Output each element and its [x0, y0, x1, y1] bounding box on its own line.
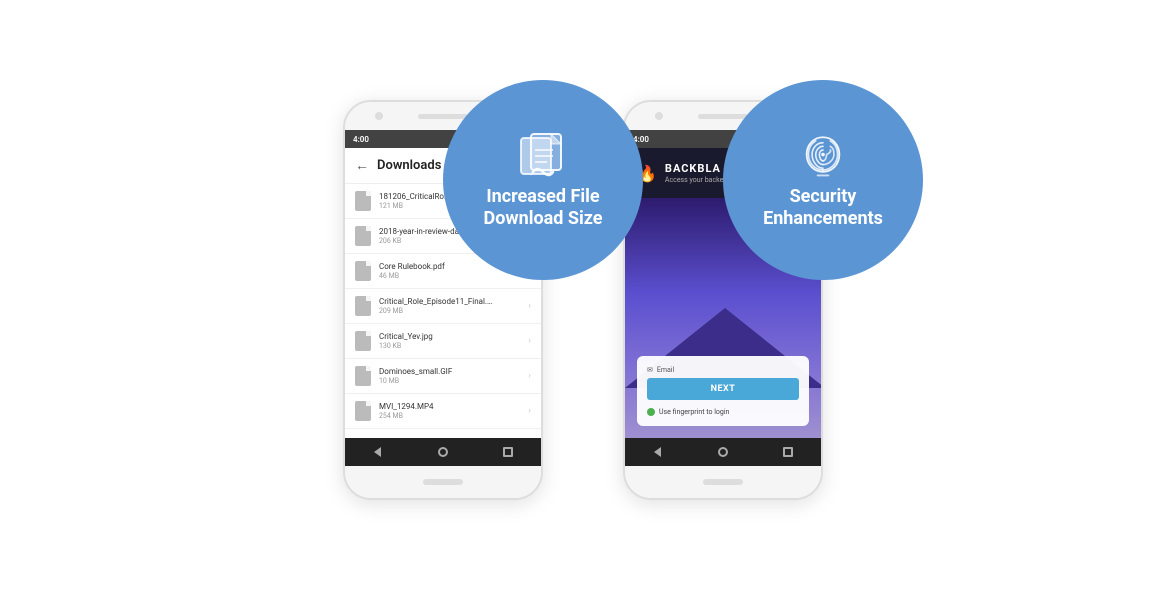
file-name: MVI_1294.MP4: [379, 402, 499, 411]
home-nav-icon: [718, 447, 728, 457]
home-nav-icon: [438, 447, 448, 457]
phone-speaker-left: [418, 114, 468, 119]
fingerprint-status-dot: [647, 408, 655, 416]
phone-chin-button-right: [703, 479, 743, 485]
file-size: 10 MB: [379, 377, 528, 385]
right-phone-bottom-bar: [625, 466, 821, 498]
file-icon: [355, 191, 371, 211]
list-item[interactable]: Critical_Role_Episode11_Final.m4v 209 MB…: [345, 289, 541, 324]
home-nav-button[interactable]: [435, 444, 451, 460]
file-size: 209 MB: [379, 307, 528, 315]
right-nav-bar: [625, 438, 821, 466]
left-nav-bar: [345, 438, 541, 466]
recents-nav-icon: [503, 447, 513, 457]
left-phone-wrapper: 4:00 ← Downloads 181206_Critical: [343, 100, 543, 500]
file-info: Dominoes_small.GIF 10 MB: [379, 367, 528, 385]
chevron-right-icon: ›: [528, 301, 531, 311]
right-phone-wrapper: 4:00 🔥 BACKBLA Access your backed up fi.…: [623, 100, 823, 500]
file-name: Critical_Role_Episode11_Final.m4v: [379, 297, 499, 306]
list-item[interactable]: MVI_1294.MP4 254 MB ›: [345, 394, 541, 429]
files-icon: [513, 130, 573, 180]
list-item[interactable]: Dominoes_small.GIF 10 MB ›: [345, 359, 541, 394]
file-icon: [355, 226, 371, 246]
back-arrow-icon[interactable]: ←: [355, 157, 369, 174]
recents-nav-button[interactable]: [500, 444, 516, 460]
home-nav-button-right[interactable]: [715, 444, 731, 460]
security-enhancements-bubble: SecurityEnhancements: [723, 80, 923, 280]
file-icon: [355, 331, 371, 351]
next-button[interactable]: NEXT: [647, 378, 799, 400]
file-icon: [355, 296, 371, 316]
downloads-title: Downloads: [377, 158, 441, 173]
file-icon: [355, 261, 371, 281]
phone-camera-left: [375, 112, 383, 120]
phone-camera-right: [655, 112, 663, 120]
file-info: Critical_Role_Episode11_Final.m4v 209 MB: [379, 297, 528, 315]
left-phone-bottom-bar: [345, 466, 541, 498]
file-size: 130 KB: [379, 342, 528, 350]
back-nav-icon: [654, 447, 661, 457]
fingerprint-icon: [793, 130, 853, 180]
file-name: Dominoes_small.GIF: [379, 367, 499, 376]
bubble-right-text: SecurityEnhancements: [763, 186, 883, 231]
recents-nav-icon: [783, 447, 793, 457]
chevron-right-icon: ›: [528, 371, 531, 381]
chevron-right-icon: ›: [528, 336, 531, 346]
recents-nav-button-right[interactable]: [780, 444, 796, 460]
file-info: Critical_Yev.jpg 130 KB: [379, 332, 528, 350]
main-scene: 4:00 ← Downloads 181206_Critical: [283, 80, 883, 520]
file-info: MVI_1294.MP4 254 MB: [379, 402, 528, 420]
email-icon: ✉: [647, 366, 653, 374]
file-icon: [355, 366, 371, 386]
chevron-right-icon: ›: [528, 406, 531, 416]
increased-file-download-bubble: Increased FileDownload Size: [443, 80, 643, 280]
back-nav-button-right[interactable]: [650, 444, 666, 460]
file-size: 254 MB: [379, 412, 528, 420]
back-nav-button[interactable]: [370, 444, 386, 460]
list-item[interactable]: Critical_Yev.jpg 130 KB ›: [345, 324, 541, 359]
file-name: Core Rulebook.pdf: [379, 262, 499, 271]
email-label: ✉ Email: [647, 366, 799, 374]
status-time-left: 4:00: [353, 135, 369, 144]
back-nav-icon: [374, 447, 381, 457]
phone-chin-button: [423, 479, 463, 485]
bubble-left-text: Increased FileDownload Size: [484, 186, 603, 231]
login-form: ✉ Email NEXT Use fingerprint to login: [637, 356, 809, 426]
file-name: Critical_Yev.jpg: [379, 332, 499, 341]
phone-speaker-right: [698, 114, 748, 119]
fingerprint-label: Use fingerprint to login: [659, 408, 729, 416]
file-icon: [355, 401, 371, 421]
fingerprint-row: Use fingerprint to login: [647, 408, 799, 416]
